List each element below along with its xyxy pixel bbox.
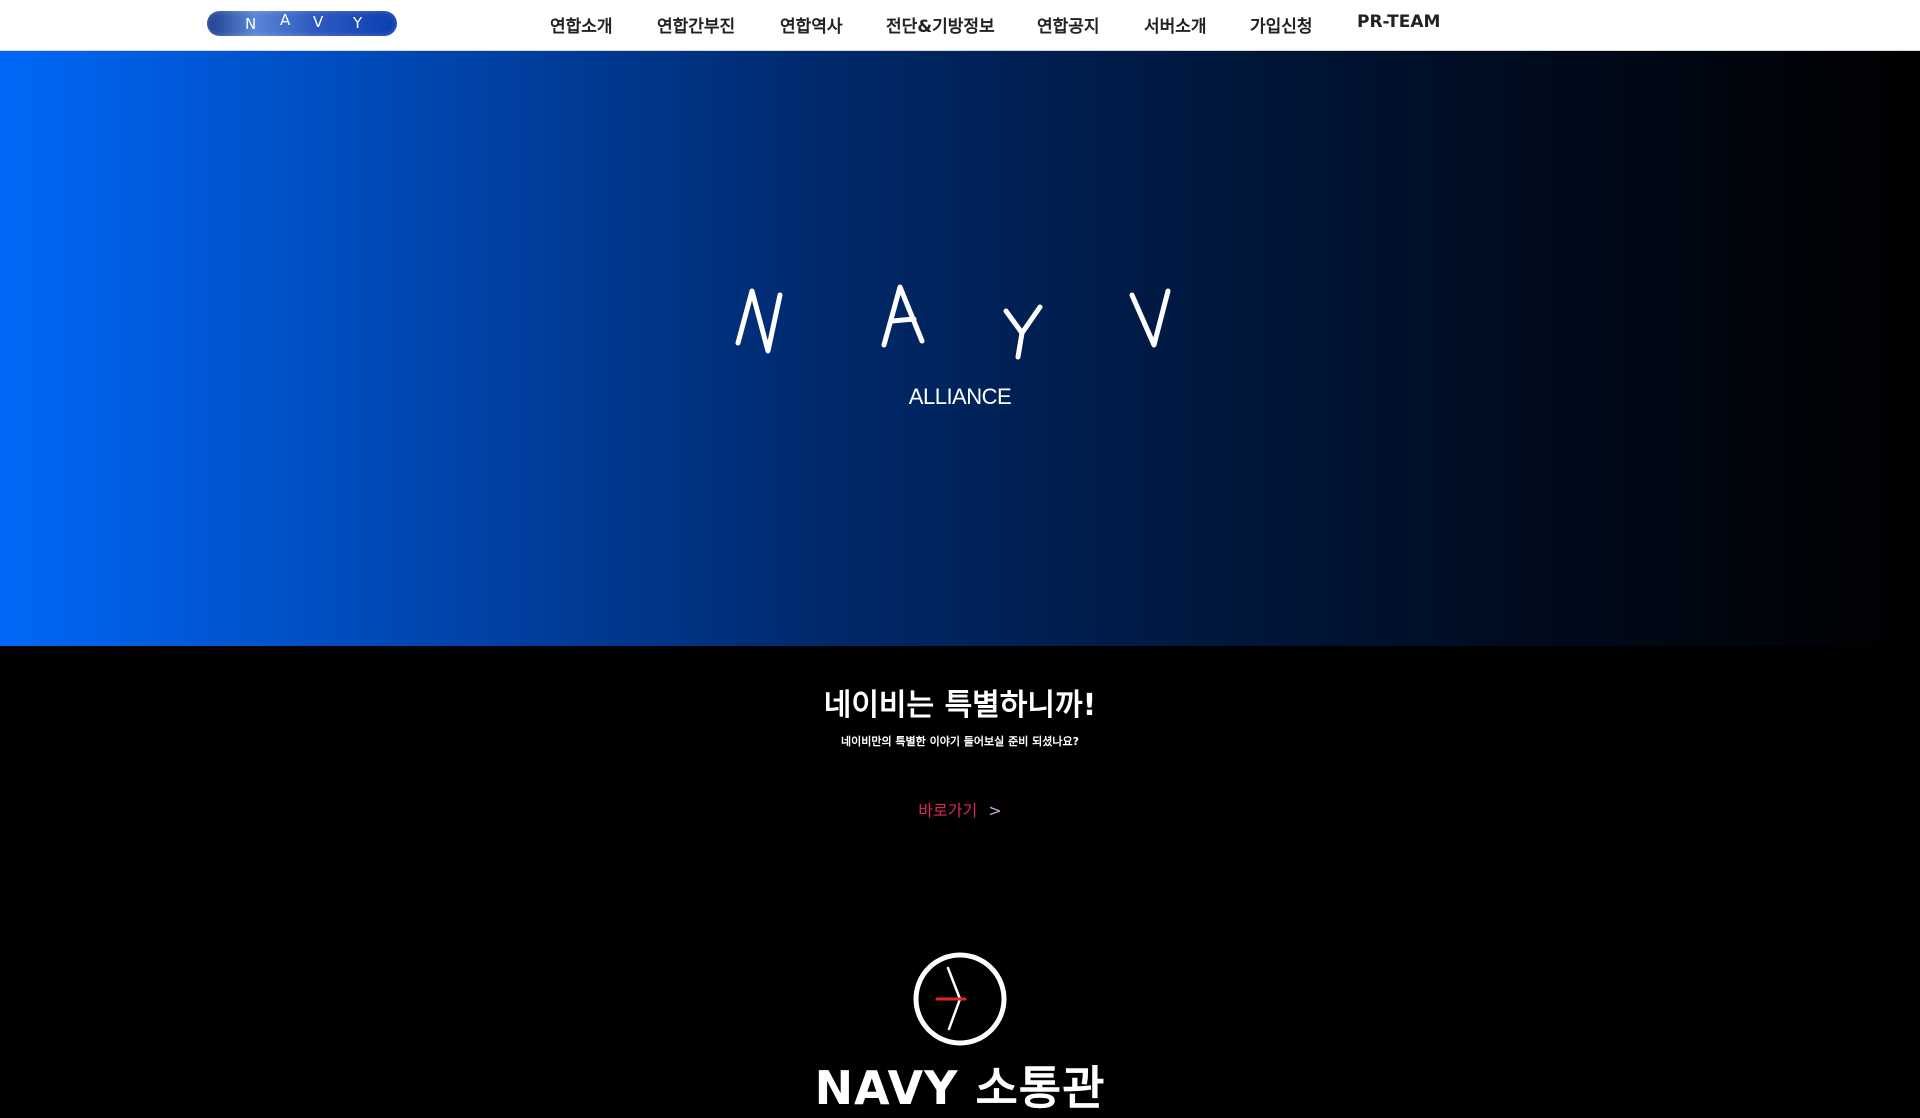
communication-title: NAVY 소통관 bbox=[814, 1061, 1106, 1115]
hero-logo-mark bbox=[735, 284, 1171, 360]
hero-letter-y-stem bbox=[1015, 330, 1025, 360]
hero-letter-n-shape bbox=[735, 288, 783, 354]
nav-item-alliance-officers[interactable]: 연합간부진 bbox=[657, 12, 735, 37]
nav-item-notices[interactable]: 연합공지 bbox=[1037, 12, 1100, 37]
shortcut-link[interactable]: 바로가기 > bbox=[0, 797, 1920, 821]
hero-subtitle: ALLIANCE bbox=[908, 384, 1012, 409]
hero-letter-y-shape bbox=[1003, 304, 1043, 336]
chevron-right-icon: > bbox=[988, 801, 1002, 820]
main-menu: 연합소개 연합간부진 연합역사 전단&기방정보 연합공지 서버소개 가입신청 P… bbox=[0, 0, 1920, 50]
nav-item-join[interactable]: 가입신청 bbox=[1250, 12, 1313, 37]
nav-item-pr-team[interactable]: PR-TEAM bbox=[1357, 12, 1440, 32]
nav-item-server-intro[interactable]: 서버소개 bbox=[1144, 12, 1207, 37]
nav-item-alliance-history[interactable]: 연합역사 bbox=[780, 12, 843, 37]
hero-letter-a-shape bbox=[881, 284, 925, 348]
hero-banner: ALLIANCE bbox=[0, 51, 1920, 646]
intro-title: 네이비는 특별하니까! bbox=[823, 688, 1097, 723]
hero-letter-a-bar bbox=[889, 316, 917, 324]
nav-item-war-info[interactable]: 전단&기방정보 bbox=[886, 12, 995, 37]
clock-icon bbox=[913, 952, 1007, 1046]
shortcut-link-label: 바로가기 bbox=[918, 801, 978, 820]
hero-letter-v-shape bbox=[1129, 288, 1171, 348]
intro-description: 네이비만의 특별한 이야기 들어보실 준비 되셨나요? bbox=[840, 735, 1080, 748]
nav-item-alliance-intro[interactable]: 연합소개 bbox=[550, 12, 613, 37]
top-navigation-bar: N A V Y 연합소개 연합간부진 연합역사 전단&기방정보 연합공지 서버소… bbox=[0, 0, 1920, 51]
